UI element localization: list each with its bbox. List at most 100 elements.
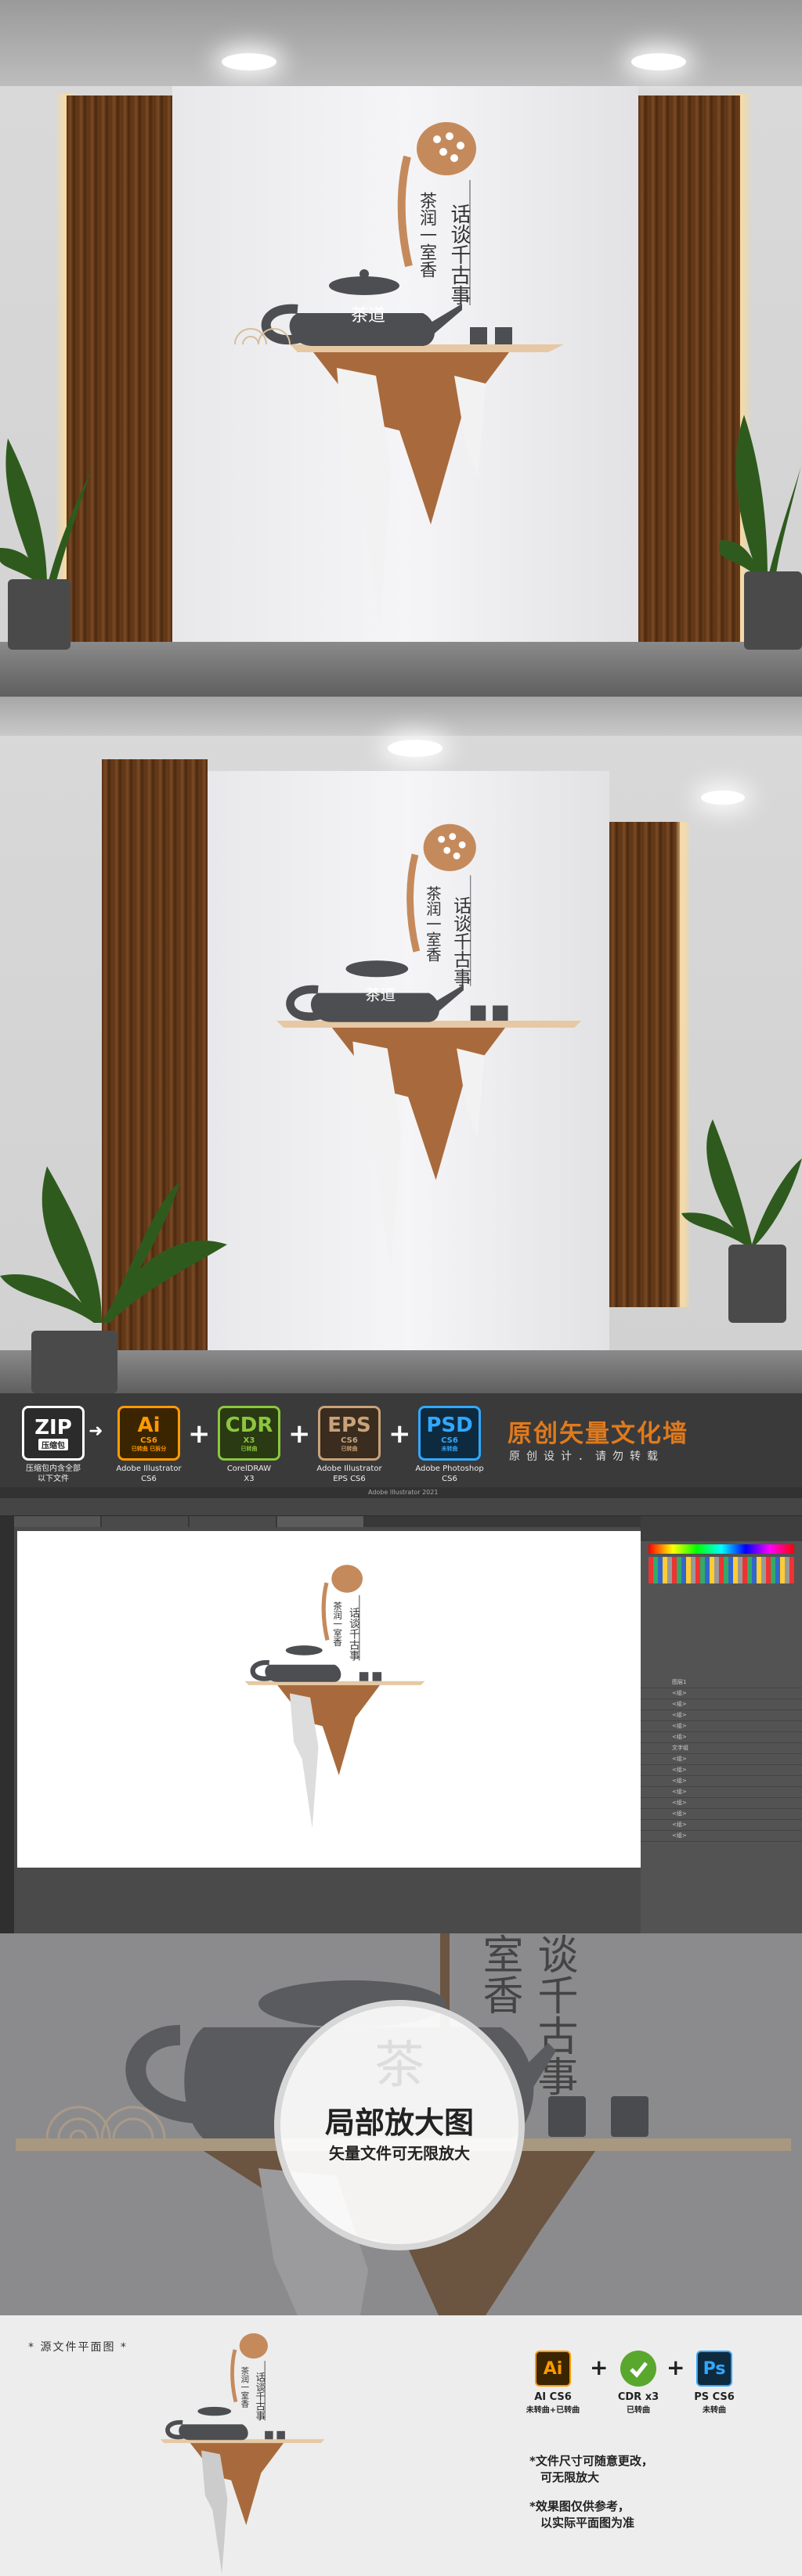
ai-app-caption: AI CS6 未转曲+已转曲 — [518, 2390, 588, 2417]
ceiling-light — [388, 740, 443, 757]
cdr-app-icon — [620, 2351, 656, 2387]
cdr-app-caption: CDR x3 已转曲 — [603, 2390, 674, 2417]
note-resize-line1: *文件尺寸可随意更改， — [529, 2454, 653, 2468]
wall-art-title-right: 话谈千古事 — [447, 204, 471, 305]
ps-app-icon: Ps — [696, 2351, 732, 2387]
teapot-label: 茶道 — [365, 986, 396, 1004]
plant-right — [681, 1119, 802, 1323]
lotus-pod-icon — [423, 823, 476, 871]
ai-app-caption-sub: 未转曲+已转曲 — [526, 2406, 580, 2415]
ceiling-light — [631, 53, 686, 70]
illustrator-screenshot: Adobe Illustrator 2021 茶润一室香 话谈千古事 图层1 <… — [0, 1487, 802, 1933]
eps-caption: Adobe Illustrator EPS CS6 — [316, 1465, 382, 1483]
plus-sign: + — [590, 2354, 609, 2380]
ceiling-light — [222, 53, 276, 70]
headline: 原创矢量文化墙 — [508, 1420, 688, 1448]
layer-row[interactable]: <组> — [641, 1831, 802, 1842]
plant-left — [0, 1166, 227, 1393]
plant-left — [0, 438, 94, 650]
ps-app-caption: PS CS6 未转曲 — [679, 2390, 750, 2417]
room-render-angled: 茶润一室香 话谈千古事 茶道 — [0, 697, 802, 1393]
wall-art-title-left: 茶润一室香 — [423, 885, 441, 962]
wall-art-title-right: 话谈千古事 — [450, 895, 471, 986]
wall-art-title-left: 茶润一室香 — [331, 1601, 342, 1647]
zoom-title: 局部放大图 — [324, 2106, 474, 2140]
lotus-stem — [397, 155, 413, 268]
layer-row[interactable]: <组> — [641, 1699, 802, 1710]
floor — [0, 642, 802, 697]
layer-row[interactable]: <组> — [641, 1787, 802, 1798]
ps-app-caption-sub: 未转曲 — [703, 2406, 726, 2415]
wall-art-title-left: 茶润一室香 — [417, 192, 436, 278]
note-reference-line2: 以实际平面图为准 — [540, 2516, 635, 2530]
layer-row[interactable]: <组> — [641, 1776, 802, 1787]
plus-sign: + — [388, 1418, 411, 1450]
room-render-front: 茶润一室香 话谈千古事 茶道 — [0, 0, 802, 697]
plus-sign: + — [188, 1418, 211, 1450]
subheadline: 原创设计．请勿转载 — [509, 1450, 664, 1463]
panel-header — [641, 1516, 802, 1541]
wall-art-title-right: 话谈千古事 — [347, 1607, 360, 1661]
wall-art-title-right: 话谈千古事 — [254, 2372, 266, 2421]
cdr-badge: CDR X3 已转曲 — [218, 1406, 280, 1461]
layer-row[interactable]: 图层1 — [641, 1677, 802, 1688]
ps-app-caption-title: PS CS6 — [694, 2391, 735, 2403]
cdr-app-caption-sub: 已转曲 — [627, 2406, 650, 2415]
document-tabs — [14, 1516, 641, 1527]
swatches[interactable] — [648, 1557, 794, 1583]
tea-culture-wall-art: 茶润一室香 话谈千古事 茶道 — [234, 122, 564, 626]
ai-app-icon: Ai — [535, 2351, 571, 2387]
layer-row[interactable]: <组> — [641, 1798, 802, 1809]
psd-badge: PSD CS6 未转曲 — [418, 1406, 481, 1461]
artboard[interactable]: 茶润一室香 话谈千古事 — [17, 1531, 652, 1868]
plus-sign: + — [288, 1418, 311, 1450]
plant-right — [719, 415, 802, 650]
zip-caption: 压缩包内含全部 以下文件 — [26, 1465, 81, 1483]
cdr-caption: CorelDRAW X3 — [226, 1465, 272, 1483]
color-spectrum[interactable] — [648, 1544, 794, 1554]
lotus-pod-icon — [417, 122, 476, 175]
artboard-wall-art: 茶润一室香 话谈千古事 — [244, 1565, 425, 1828]
teapot-label: 茶道 — [350, 306, 385, 326]
plus-sign: + — [667, 2354, 685, 2380]
note-reference: *效果图仅供参考， 以实际平面图为准 — [529, 2499, 634, 2531]
layer-row[interactable]: <组> — [641, 1710, 802, 1721]
zoom-subtitle: 矢量文件可无限放大 — [329, 2144, 470, 2163]
note-resize: *文件尺寸可随意更改， 可无限放大 — [529, 2453, 653, 2486]
zoom-badge: 茶 局部放大图 矢量文件可无限放大 — [274, 2000, 525, 2250]
source-file-section: * 源文件平面图 * 茶润一室香 话谈千古事 Ai AI CS6 未转曲+已转曲… — [0, 2315, 802, 2576]
layer-row[interactable]: 文字组 — [641, 1743, 802, 1754]
flat-wall-art: 茶润一室香 话谈千古事 — [160, 2333, 325, 2574]
file-format-section: ZIP 压缩包 压缩包内含全部 以下文件 ➜ Ai CS6 已转曲 已拆分 Ad… — [0, 1393, 802, 1933]
wood-panel-right — [609, 822, 680, 1307]
psd-caption: Adobe Photoshop CS6 — [415, 1465, 484, 1483]
note-reference-line1: *效果图仅供参考， — [529, 2499, 630, 2513]
tab[interactable] — [190, 1516, 276, 1527]
layer-row[interactable]: <组> — [641, 1765, 802, 1776]
note-resize-line2: 可无限放大 — [540, 2470, 600, 2484]
layer-row[interactable]: <组> — [641, 1732, 802, 1743]
layer-row[interactable]: <组> — [641, 1754, 802, 1765]
control-bar — [0, 1498, 802, 1516]
ai-app-caption-title: AI CS6 — [534, 2391, 572, 2403]
cdr-logo-icon — [630, 2362, 648, 2378]
wall-art-title-left: 茶润一室香 — [239, 2366, 249, 2408]
tea-culture-wall-art: 茶润一室香 话谈千古事 茶道 — [276, 823, 582, 1270]
ai-badge: Ai CS6 已转曲 已拆分 — [117, 1406, 180, 1461]
layers-panel: 图层1 <组> <组> <组> <组> <组> 文字组 <组> <组> <组> … — [641, 1516, 802, 1933]
layer-row[interactable]: <组> — [641, 1688, 802, 1699]
zoom-watermark-text: 茶 — [374, 2037, 424, 2095]
layer-row[interactable]: <组> — [641, 1721, 802, 1732]
layer-row[interactable]: <组> — [641, 1809, 802, 1820]
tab[interactable] — [277, 1516, 363, 1527]
tab[interactable] — [102, 1516, 188, 1527]
eps-badge: EPS CS6 已转曲 — [318, 1406, 381, 1461]
layer-row[interactable]: <组> — [641, 1820, 802, 1831]
ai-caption: Adobe Illustrator CS6 — [116, 1465, 182, 1483]
tools-panel[interactable] — [0, 1516, 14, 1933]
tab[interactable] — [14, 1516, 100, 1527]
source-label: * 源文件平面图 * — [28, 2341, 128, 2354]
zip-badge: ZIP 压缩包 — [22, 1406, 85, 1461]
app-title: Adobe Illustrator 2021 — [368, 1489, 439, 1496]
zoom-detail-section: 室香 谈千古事 茶 局部放大图 矢量文件可无限放大 — [0, 1933, 802, 2315]
